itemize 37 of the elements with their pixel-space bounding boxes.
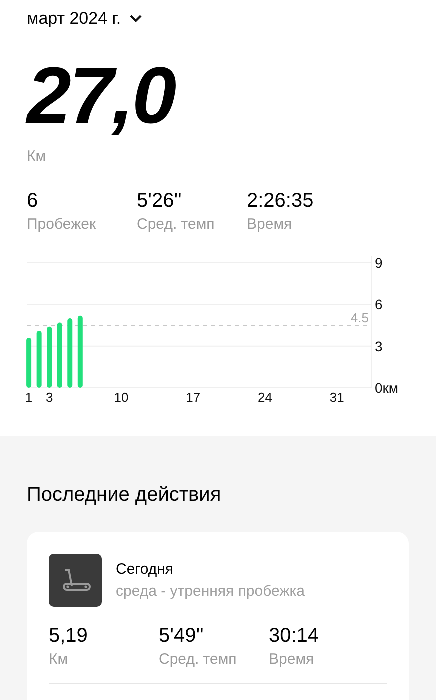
y-tick-label: 6	[375, 296, 383, 313]
stat-value: 5'49''	[159, 624, 205, 649]
section-title: Последние действия	[27, 483, 222, 508]
stat-value: 6	[27, 189, 40, 214]
x-tick-label: 1	[25, 390, 33, 405]
x-tick-label: 17	[186, 390, 201, 405]
activity-subtitle: среда - утренняя пробежка	[116, 582, 305, 602]
y-tick-label: 9	[375, 256, 383, 271]
chart-bar	[26, 338, 32, 388]
stat-label: Время	[247, 215, 294, 235]
stat-label: Время	[269, 650, 316, 670]
month-selector[interactable]: март 2024 г.	[27, 6, 144, 32]
distance-unit: Км	[27, 146, 46, 166]
stat-value: 5,19	[49, 624, 89, 649]
chart-bar	[36, 331, 42, 388]
y-tick-label: 3	[375, 338, 383, 354]
y-tick-label: 0км	[375, 380, 399, 396]
total-distance: 27,0	[27, 54, 175, 138]
chart-bar	[47, 326, 52, 388]
chart-bar	[57, 322, 62, 388]
stat-label: Сред. темп	[159, 650, 238, 670]
chevron-down-icon	[129, 14, 144, 24]
stat-label: Км	[49, 650, 70, 670]
x-tick-label: 10	[114, 390, 129, 405]
treadmill-icon	[49, 554, 102, 607]
activity-card[interactable]: Сегодня среда - утренняя пробежка 5,19 Км 5'49'' Сред. темп 30:14 Время	[27, 532, 409, 700]
stat-value: 30:14	[269, 624, 320, 649]
x-tick-label: 24	[258, 390, 272, 405]
average-label: 4.5	[350, 310, 369, 326]
stat-value: 5'26''	[137, 189, 183, 214]
chart-bar	[68, 318, 73, 388]
stat-label: Сред. темп	[137, 215, 216, 235]
activity-title: Сегодня	[116, 560, 174, 580]
stat-value: 2:26:35	[247, 189, 314, 214]
x-tick-label: 31	[330, 390, 344, 405]
stat-label: Пробежек	[27, 215, 98, 235]
x-tick-label: 3	[46, 390, 54, 405]
